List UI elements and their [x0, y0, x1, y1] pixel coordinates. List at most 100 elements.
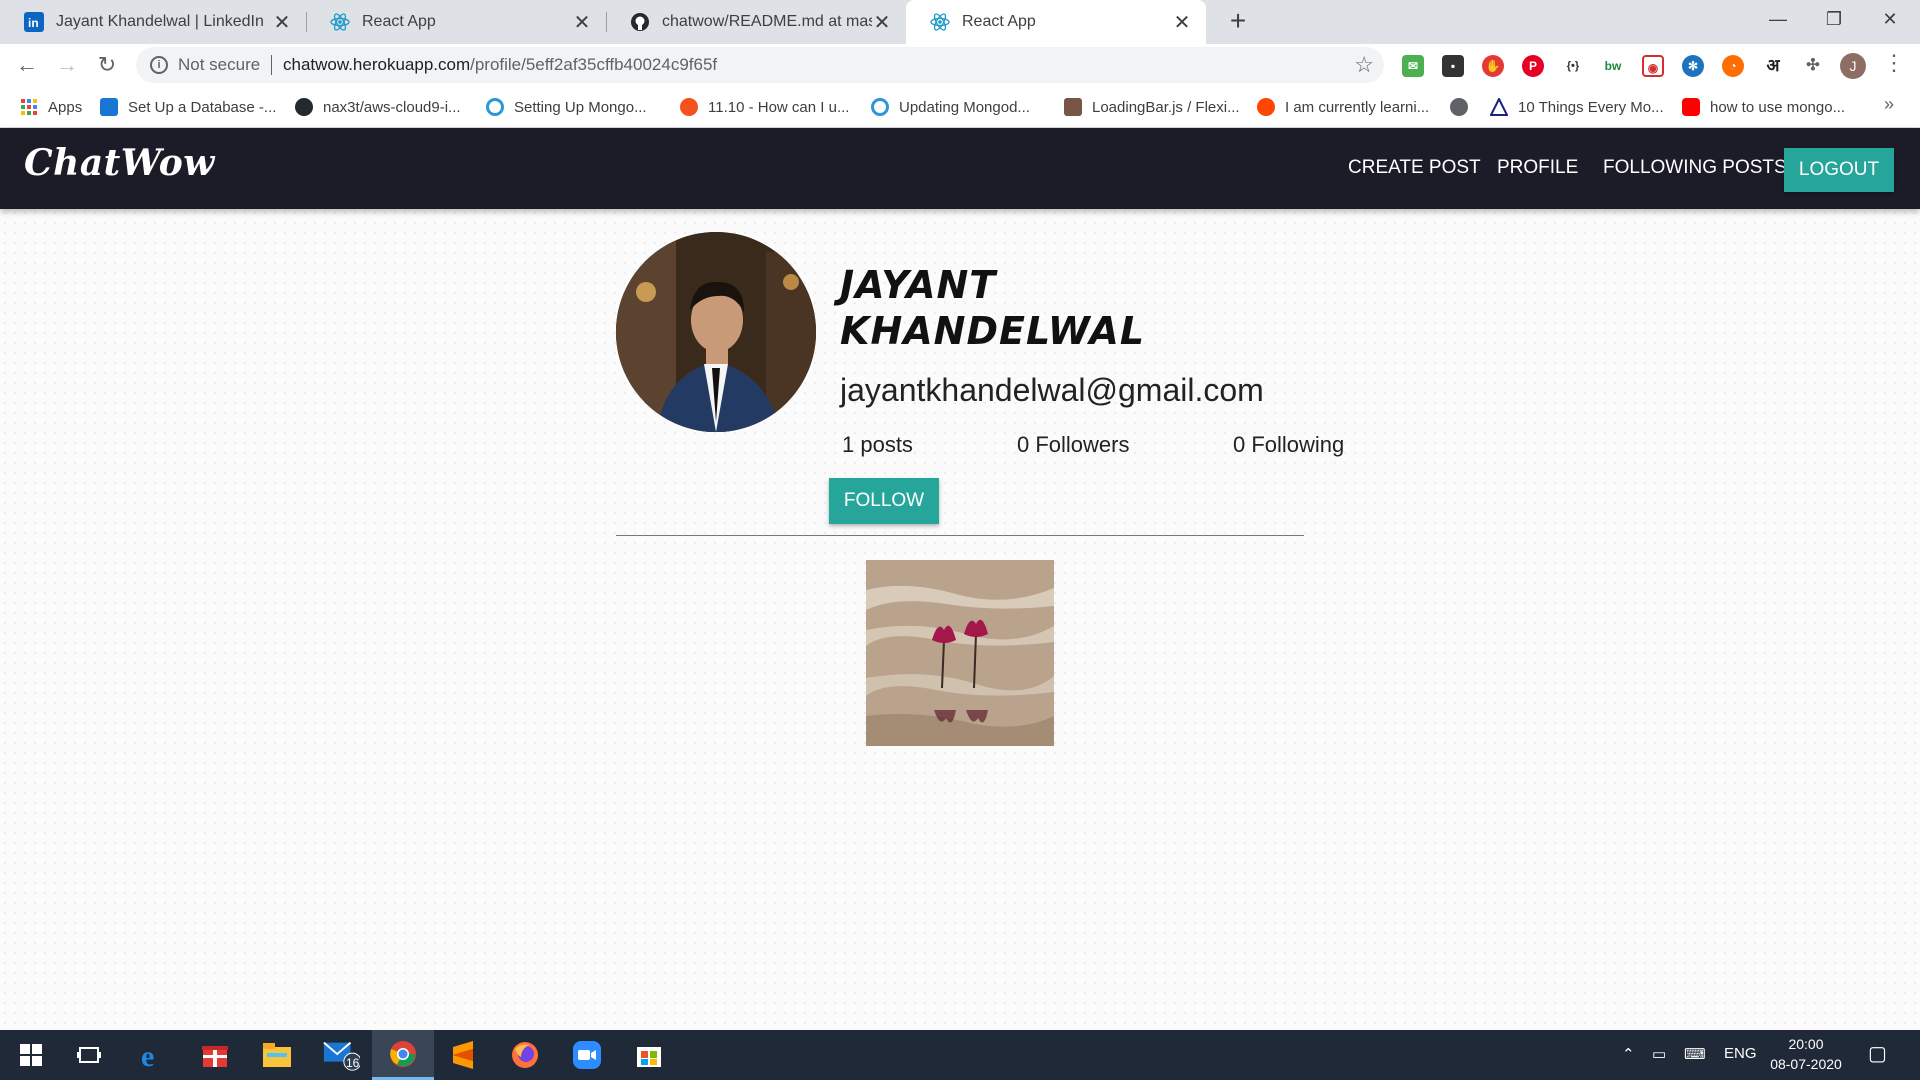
clock-time: 20:00: [1788, 1036, 1824, 1052]
bookmark-label: how to use mongo...: [1710, 98, 1846, 116]
posts-count: 1 posts: [842, 432, 913, 457]
mail-badge: 16: [346, 1056, 360, 1070]
bookmark-item[interactable]: 10 Things Every Mo...: [1489, 94, 1664, 120]
hindi-input-icon[interactable]: अ: [1762, 55, 1784, 77]
minimize-icon[interactable]: —: [1750, 0, 1806, 40]
json-viewer-icon[interactable]: {•}: [1562, 55, 1584, 77]
app-navbar: ChatWow CREATE POST PROFILE FOLLOWING PO…: [0, 128, 1920, 209]
restore-icon[interactable]: ❐: [1806, 0, 1862, 40]
windows-taskbar: e 16 ⌃ ▭ ⌨ ENG 20:00 08-07-2020 ▢: [0, 1030, 1920, 1080]
sublime-text-icon[interactable]: [444, 1036, 482, 1074]
profile-email: jayantkhandelwal@gmail.com: [840, 372, 1264, 408]
bookmark-item[interactable]: [1450, 94, 1478, 120]
apps-grid-icon: [20, 98, 38, 116]
tab-linkedin[interactable]: in Jayant Khandelwal | LinkedIn ✕: [0, 0, 306, 44]
gift-app-icon[interactable]: [196, 1036, 234, 1074]
linkedin-icon: in: [24, 12, 44, 32]
bookmark-star-icon[interactable]: ☆: [1354, 52, 1374, 78]
bookmark-item[interactable]: Updating Mongod...: [871, 94, 1030, 120]
url-path: /profile/5eff2af35cffb40024c9f65f: [470, 55, 718, 74]
task-view-icon[interactable]: [70, 1036, 108, 1074]
mail-icon[interactable]: 16: [322, 1036, 360, 1074]
window-close-icon[interactable]: ✕: [1862, 0, 1918, 40]
windows-start-icon[interactable]: [12, 1036, 50, 1074]
post-thumbnail[interactable]: [866, 560, 1054, 746]
bookmark-item[interactable]: 11.10 - How can I u...: [680, 94, 849, 120]
close-icon[interactable]: ✕: [272, 10, 292, 35]
reload-icon[interactable]: ↻: [92, 50, 122, 80]
logout-button[interactable]: LOGOUT: [1784, 148, 1894, 192]
github-icon: [295, 98, 313, 116]
divider: [271, 55, 272, 75]
triangle-logo-icon: [1489, 96, 1509, 116]
extensions-puzzle-icon[interactable]: ✣: [1802, 55, 1824, 77]
tab-react-app[interactable]: React App ✕: [306, 0, 606, 44]
extension-inbox-icon[interactable]: ✉: [1402, 55, 1424, 77]
url-text: chatwow.herokuapp.com/profile/5eff2af35c…: [283, 55, 717, 75]
tray-chevron-up-icon[interactable]: ⌃: [1622, 1045, 1635, 1063]
nav-following-posts[interactable]: FOLLOWING POSTS: [1603, 157, 1787, 179]
tab-title: chatwow/README.md at master: [662, 13, 872, 30]
nav-profile[interactable]: PROFILE: [1497, 157, 1578, 179]
profile-avatar-icon[interactable]: J: [1840, 53, 1866, 79]
extension-blue-icon[interactable]: ✻: [1682, 55, 1704, 77]
screen-capture-icon[interactable]: ◉: [1642, 55, 1664, 77]
bookmark-label: Updating Mongod...: [899, 98, 1030, 116]
bookmark-label: 10 Things Every Mo...: [1518, 98, 1664, 116]
pinterest-icon[interactable]: P: [1522, 55, 1544, 77]
reddit-icon: [1257, 98, 1275, 116]
extension-bw-icon[interactable]: bw: [1602, 55, 1624, 77]
info-icon[interactable]: i: [150, 56, 168, 74]
brand-logo[interactable]: ChatWow: [24, 142, 215, 184]
chevron-double-right-icon[interactable]: »: [1884, 94, 1894, 115]
extension-adblock-icon[interactable]: ✋: [1482, 55, 1504, 77]
bookmark-label: Apps: [48, 98, 83, 116]
bookmark-item[interactable]: nax3t/aws-cloud9-i...: [295, 94, 461, 120]
bookmark-label: LoadingBar.js / Flexi...: [1092, 98, 1240, 116]
tab-react-app-active[interactable]: React App ✕: [906, 0, 1206, 44]
browser-tab-strip: in Jayant Khandelwal | LinkedIn ✕ React …: [0, 0, 1920, 44]
youtube-icon: [1682, 98, 1700, 116]
security-label: Not secure: [178, 55, 261, 74]
menu-kebab-icon[interactable]: ⋮: [1883, 50, 1905, 76]
svg-text:e: e: [141, 1041, 154, 1069]
close-icon[interactable]: ✕: [872, 10, 892, 35]
zoom-icon[interactable]: [568, 1036, 606, 1074]
database-icon: [100, 98, 118, 116]
tab-github-readme[interactable]: chatwow/README.md at master ✕: [606, 0, 906, 44]
extension-dark-icon[interactable]: ▪: [1442, 55, 1464, 77]
address-bar[interactable]: i Not secure chatwow.herokuapp.com/profi…: [136, 47, 1384, 83]
battery-icon[interactable]: ▭: [1652, 1045, 1666, 1063]
bookmark-apps[interactable]: Apps: [20, 94, 82, 120]
tab-title: React App: [362, 13, 436, 30]
close-icon[interactable]: ✕: [1172, 10, 1192, 35]
nav-create-post[interactable]: CREATE POST: [1348, 157, 1481, 179]
follow-button[interactable]: FOLLOW: [829, 478, 939, 524]
page-content: ChatWow CREATE POST PROFILE FOLLOWING PO…: [0, 128, 1920, 1030]
edge-icon[interactable]: e: [134, 1036, 172, 1074]
extension-orange-icon[interactable]: ◔: [1722, 55, 1744, 77]
svg-text:in: in: [28, 16, 39, 30]
url-host: chatwow.herokuapp.com: [283, 55, 471, 74]
close-icon[interactable]: ✕: [572, 10, 592, 35]
bookmark-item[interactable]: how to use mongo...: [1682, 94, 1845, 120]
new-tab-icon[interactable]: +: [1222, 6, 1254, 38]
system-clock[interactable]: 20:00 08-07-2020: [1766, 1034, 1846, 1074]
bookmark-item[interactable]: Setting Up Mongo...: [486, 94, 647, 120]
bookmark-item[interactable]: LoadingBar.js / Flexi...: [1064, 94, 1240, 120]
bookmark-item[interactable]: I am currently learni...: [1257, 94, 1429, 120]
clock-date: 08-07-2020: [1770, 1056, 1842, 1072]
microsoft-store-icon[interactable]: [630, 1036, 668, 1074]
forward-icon[interactable]: →: [52, 50, 82, 80]
notification-icon[interactable]: ▢: [1868, 1041, 1887, 1066]
globe-icon: [1450, 98, 1468, 116]
bookmark-item[interactable]: Set Up a Database -...: [100, 94, 276, 120]
firefox-icon[interactable]: [506, 1036, 544, 1074]
chrome-icon[interactable]: [372, 1030, 434, 1080]
react-icon: [930, 12, 950, 32]
back-icon[interactable]: ←: [12, 50, 42, 80]
file-explorer-icon[interactable]: [258, 1036, 296, 1074]
bookmarks-bar: Apps Set Up a Database -... nax3t/aws-cl…: [0, 86, 1920, 128]
keyboard-icon[interactable]: ⌨: [1684, 1045, 1706, 1063]
language-indicator[interactable]: ENG: [1724, 1045, 1757, 1062]
